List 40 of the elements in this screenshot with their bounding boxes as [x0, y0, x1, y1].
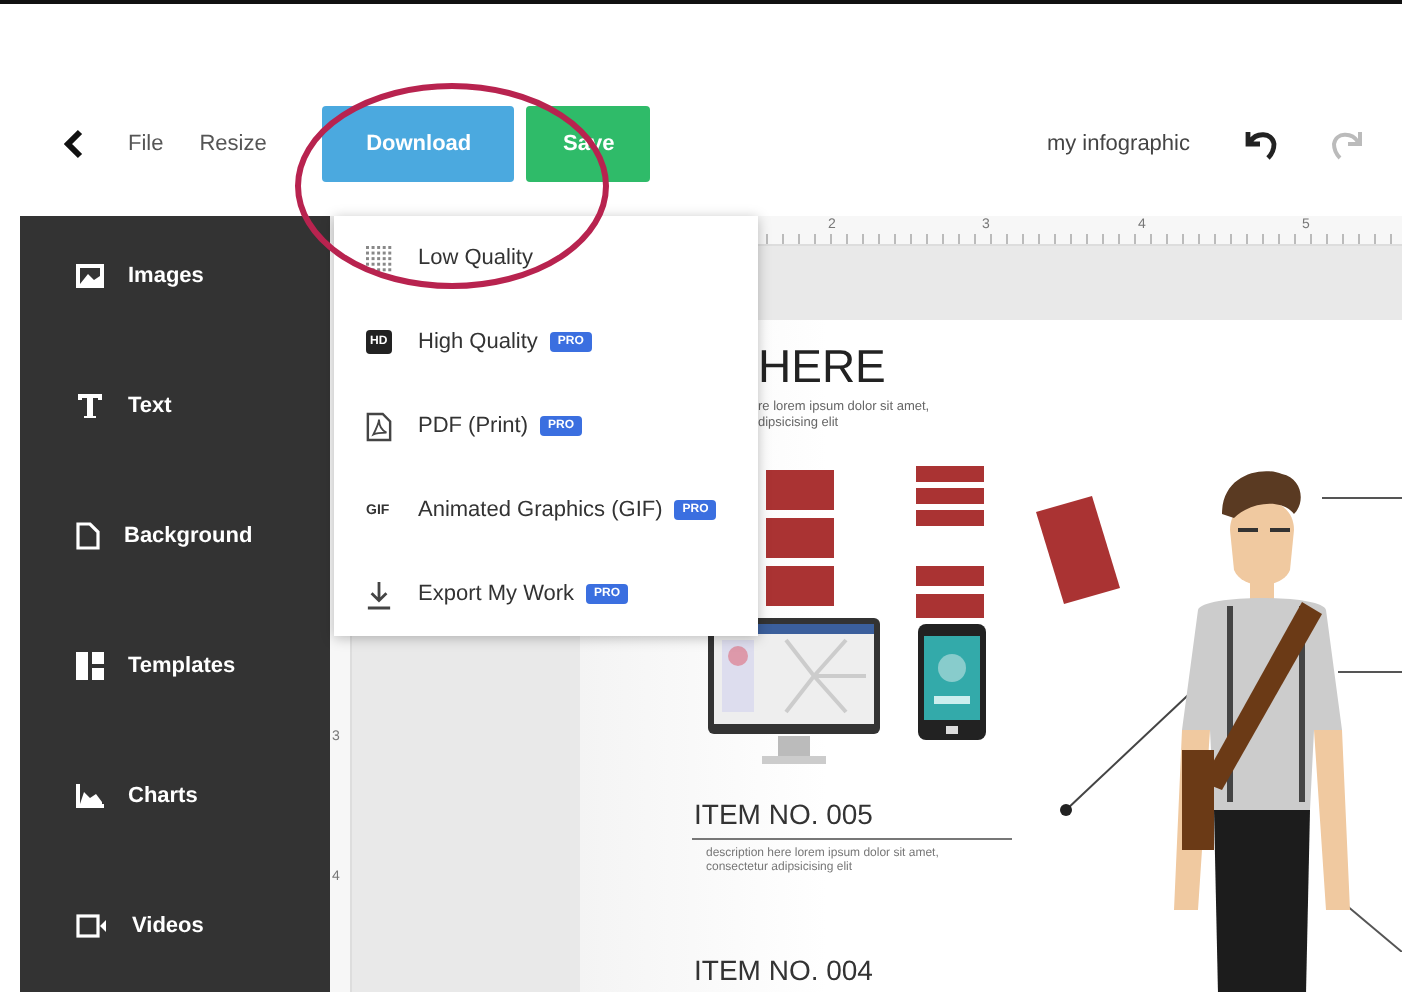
- bar-stack-drawing: [766, 470, 834, 610]
- dotted-grid-icon: [366, 245, 392, 271]
- sidebar-label: Text: [128, 394, 172, 418]
- page-icon: [76, 522, 100, 550]
- sidebar-label: Videos: [132, 914, 204, 938]
- sidebar-label: Images: [128, 264, 204, 288]
- item-title: ITEM NO. 005: [694, 798, 873, 830]
- area-chart-icon: [76, 784, 104, 808]
- sidebar-item[interactable]: Background: [20, 516, 330, 556]
- item-title: ITEM NO. 004: [694, 954, 873, 986]
- video-camera-icon: [76, 914, 108, 938]
- menu-item[interactable]: File: [128, 132, 164, 156]
- leader-line: [1338, 670, 1402, 674]
- document-title[interactable]: my infographic: [1046, 132, 1190, 156]
- sidebar-label: Charts: [128, 784, 198, 808]
- leader-line: [1322, 496, 1402, 500]
- menu-item[interactable]: Resize: [199, 132, 267, 156]
- infographic-heading: HERE: [758, 340, 886, 394]
- templates-icon: [76, 652, 104, 680]
- sidebar-item[interactable]: Text: [20, 386, 330, 426]
- menu-item[interactable]: Low Quality: [334, 216, 758, 300]
- menu-item-label: PDF (Print): [418, 414, 528, 438]
- undo-icon[interactable]: [1242, 126, 1282, 162]
- back-icon[interactable]: [64, 128, 84, 160]
- tilted-card-drawing: [1032, 496, 1124, 608]
- text-icon: [76, 392, 104, 420]
- sidebar-label: Background: [124, 524, 253, 548]
- sidebar-label: Templates: [128, 654, 236, 678]
- menu-item-label: High Quality: [418, 330, 538, 354]
- menu-item-label: Low Quality: [418, 246, 533, 270]
- sidebar-item[interactable]: Images: [20, 256, 330, 296]
- image-icon: [76, 264, 104, 288]
- download-icon: [366, 579, 392, 609]
- sidebar-item[interactable]: Charts: [20, 776, 330, 816]
- sidebar-item[interactable]: Videos: [20, 906, 330, 946]
- smartphone-drawing: [918, 624, 986, 740]
- pdf-file-icon: [366, 411, 392, 441]
- menu-item-label: Animated Graphics (GIF): [418, 498, 663, 522]
- menu-item-label: Export My Work: [418, 582, 575, 606]
- sidebar-item[interactable]: Templates: [20, 646, 330, 686]
